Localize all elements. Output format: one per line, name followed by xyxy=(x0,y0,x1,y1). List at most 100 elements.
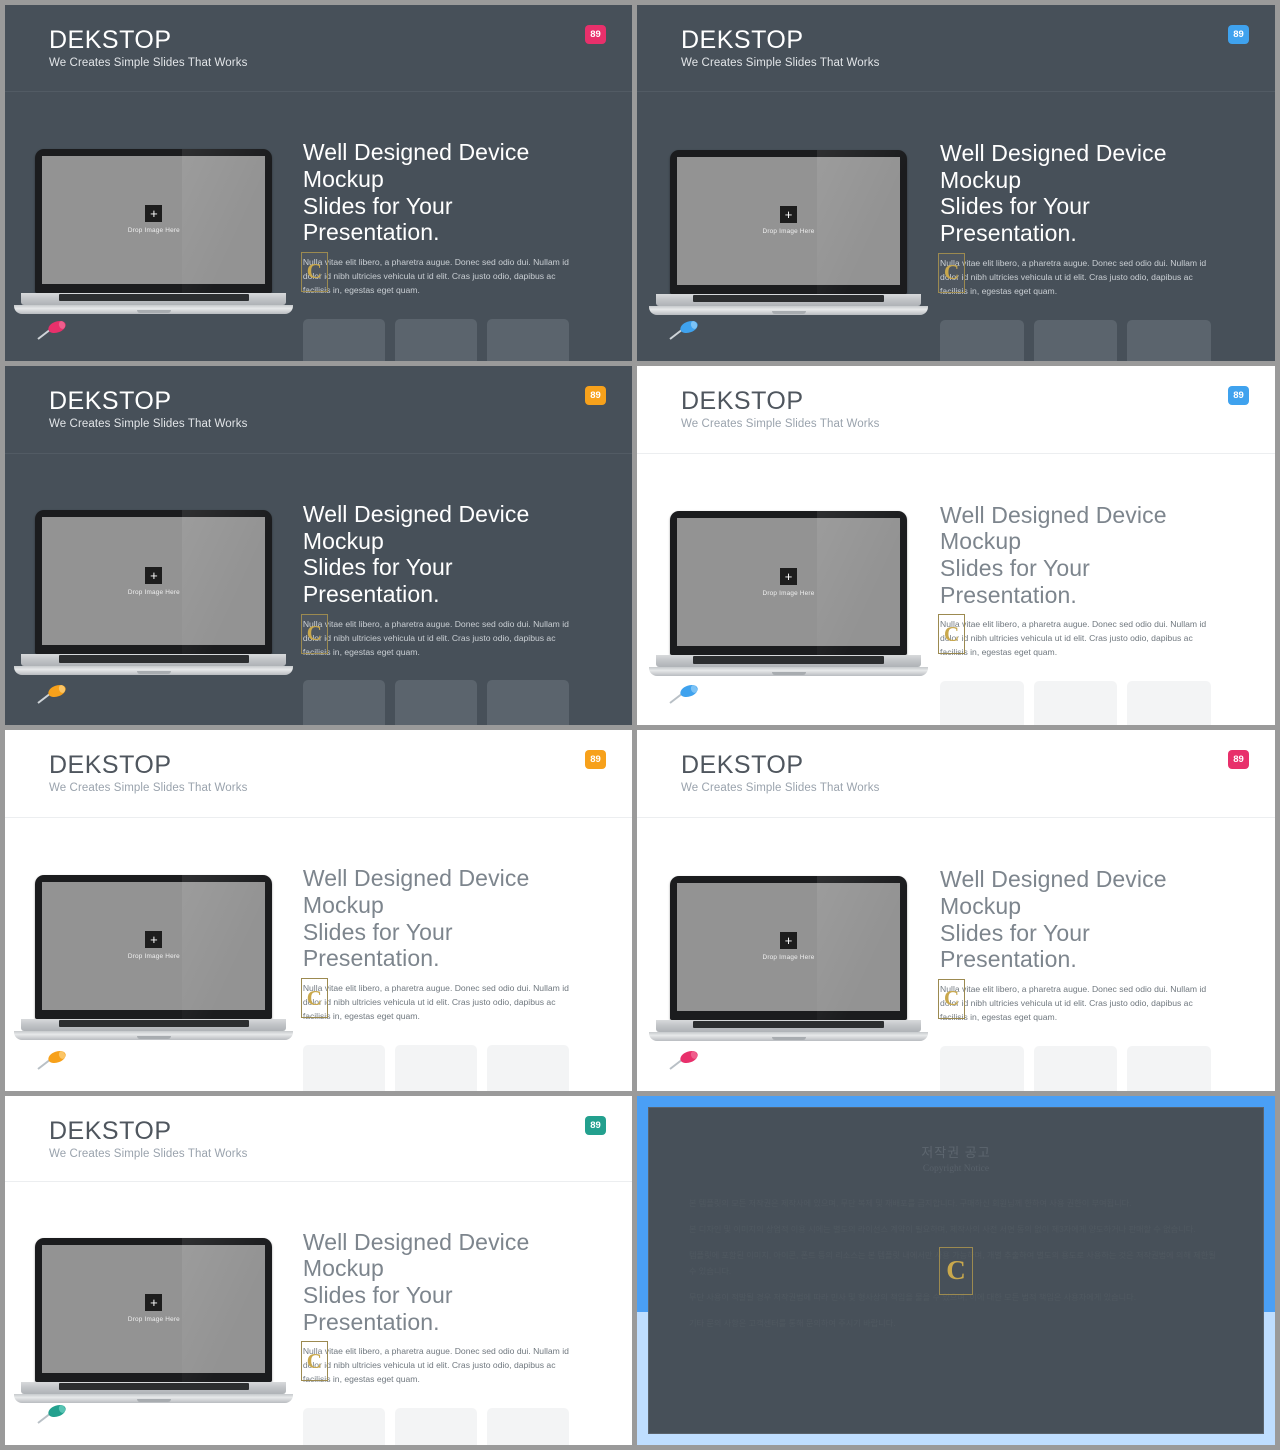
slide-panel-6[interactable]: DEKSTOP We Creates Simple Slides That Wo… xyxy=(637,730,1280,1096)
laptop-lid: + Drop Image Here xyxy=(35,510,273,655)
feature-card[interactable]: Awesomechat app xyxy=(940,1045,1024,1091)
slide-body: + Drop Image Here Well Designed Device M… xyxy=(637,818,1275,1091)
slide-body: + Drop Image Here Well Designed Device M… xyxy=(5,818,632,1091)
page-badge[interactable]: 89 xyxy=(585,386,606,405)
page-badge[interactable]: 89 xyxy=(1228,386,1249,405)
body-paragraph: Nulla vitae elit libero, a pharetra augu… xyxy=(938,978,1211,1025)
plus-icon[interactable]: + xyxy=(145,566,163,584)
laptop-screen[interactable]: + Drop Image Here xyxy=(677,518,901,647)
brand-title: DEKSTOP xyxy=(49,26,172,54)
laptop-screen[interactable]: + Drop Image Here xyxy=(42,1244,266,1373)
feature-card[interactable]: Awesomechat app xyxy=(1127,681,1212,725)
feature-card[interactable]: Awesomechat app xyxy=(394,680,478,725)
laptop-base xyxy=(21,654,287,667)
brand-title: DEKSTOP xyxy=(49,1117,172,1145)
laptop-keyboard xyxy=(58,1382,250,1391)
slide-panel-7[interactable]: DEKSTOP We Creates Simple Slides That Wo… xyxy=(0,1096,637,1450)
slide-panel-1[interactable]: DEKSTOP We Creates Simple Slides That Wo… xyxy=(0,0,637,366)
plus-icon[interactable]: + xyxy=(780,567,798,585)
feature-card[interactable]: Awesomechat app xyxy=(487,1407,570,1445)
brand-title: DEKSTOP xyxy=(49,751,172,779)
laptop-screen[interactable]: + Drop Image Here xyxy=(677,882,901,1011)
feature-card-list: Awesomechat app Awesomechat app Awesomec… xyxy=(940,681,1212,725)
feature-card[interactable]: Awesomechat app xyxy=(487,318,570,361)
laptop-foot xyxy=(14,304,294,314)
laptop-mockup: + Drop Image Here xyxy=(14,1237,294,1403)
laptop-mockup: + Drop Image Here xyxy=(14,148,294,314)
feature-card[interactable]: Awesomechat app xyxy=(302,318,385,361)
laptop-lid: + Drop Image Here xyxy=(670,511,908,656)
laptop-base xyxy=(21,1381,287,1394)
laptop-keyboard xyxy=(693,294,884,303)
laptop-mockup-column: + Drop Image Here xyxy=(5,818,303,1040)
laptop-screen[interactable]: + Drop Image Here xyxy=(677,156,901,285)
laptop-lid: + Drop Image Here xyxy=(670,149,908,294)
slide-body: + Drop Image Here Well Designed Device M… xyxy=(5,1181,632,1445)
feature-card[interactable]: Awesomechat app xyxy=(940,681,1024,725)
feature-card[interactable]: Awesomechat app xyxy=(394,1407,478,1445)
body-paragraph: Nulla vitae elit libero, a pharetra augu… xyxy=(938,614,1211,660)
pushpin-icon xyxy=(37,1050,66,1070)
page-badge[interactable]: 89 xyxy=(585,25,606,44)
headline-line-1: Well Designed Device Mockup xyxy=(302,500,530,554)
laptop-notch xyxy=(136,309,171,313)
brand-tagline: We Creates Simple Slides That Works xyxy=(681,57,880,70)
feature-card[interactable]: Awesomechat app xyxy=(394,318,478,361)
slide-panel-5[interactable]: DEKSTOP We Creates Simple Slides That Wo… xyxy=(0,730,637,1096)
laptop-notch xyxy=(771,672,806,676)
headline-line-1: Well Designed Device Mockup xyxy=(302,865,530,919)
feature-card[interactable]: Awesomechat app xyxy=(1127,1045,1212,1091)
feature-card[interactable]: Awesomechat app xyxy=(1033,1045,1118,1091)
feature-card[interactable]: Awesomechat app xyxy=(302,1044,385,1091)
pushpin-icon xyxy=(37,684,66,704)
feature-card[interactable]: Awesomechat app xyxy=(1127,319,1212,361)
laptop-keyboard xyxy=(58,1019,250,1028)
copyright-watermark-icon: C xyxy=(300,613,328,654)
drop-image-label: Drop Image Here xyxy=(127,953,180,961)
headline: Well Designed Device Mockup Slides for Y… xyxy=(303,865,569,972)
feature-card[interactable]: Awesomechat app xyxy=(394,1044,478,1091)
plus-icon[interactable]: + xyxy=(780,206,798,224)
plus-icon[interactable]: + xyxy=(145,1294,163,1312)
page-badge[interactable]: 89 xyxy=(585,750,606,769)
slide-text-column: Well Designed Device Mockup Slides for Y… xyxy=(938,92,1275,361)
slide-header: DEKSTOP We Creates Simple Slides That Wo… xyxy=(637,730,1275,819)
copyright-notice-panel[interactable]: 저작권 공고 Copyright Notice 본 템플릿의 모든 저작권은 제… xyxy=(637,1096,1280,1450)
feature-card[interactable]: Awesomechat app xyxy=(302,680,385,725)
headline: Well Designed Device Mockup Slides for Y… xyxy=(940,140,1211,247)
headline-line-1: Well Designed Device Mockup xyxy=(940,501,1167,555)
drop-image-label: Drop Image Here xyxy=(762,589,815,597)
copyright-watermark-icon: C xyxy=(939,1246,973,1295)
laptop-mockup: + Drop Image Here xyxy=(14,874,294,1040)
laptop-screen[interactable]: + Drop Image Here xyxy=(42,155,266,284)
laptop-mockup-column: + Drop Image Here xyxy=(637,92,940,315)
feature-card[interactable]: Awesomechat app xyxy=(1033,681,1118,725)
laptop-foot xyxy=(14,1393,294,1403)
laptop-lid: + Drop Image Here xyxy=(670,875,908,1020)
brand-tagline: We Creates Simple Slides That Works xyxy=(49,1148,248,1161)
slide-header: DEKSTOP We Creates Simple Slides That Wo… xyxy=(5,5,632,93)
headline-line-1: Well Designed Device Mockup xyxy=(940,866,1167,919)
plus-icon[interactable]: + xyxy=(145,205,163,223)
slide-panel-4[interactable]: DEKSTOP We Creates Simple Slides That Wo… xyxy=(637,366,1280,730)
slide-panel-3[interactable]: DEKSTOP We Creates Simple Slides That Wo… xyxy=(0,366,637,730)
plus-icon[interactable]: + xyxy=(145,931,163,949)
laptop-screen[interactable]: + Drop Image Here xyxy=(42,517,266,646)
feature-card[interactable]: Awesomechat app xyxy=(1033,319,1118,361)
feature-card[interactable]: Awesomechat app xyxy=(487,680,570,725)
plus-icon[interactable]: + xyxy=(780,932,798,950)
laptop-screen[interactable]: + Drop Image Here xyxy=(42,881,266,1010)
feature-card[interactable]: Awesomechat app xyxy=(302,1407,385,1445)
feature-card[interactable]: Awesomechat app xyxy=(940,319,1024,361)
page-badge[interactable]: 89 xyxy=(1228,750,1249,769)
copyright-watermark-icon: C xyxy=(938,978,966,1019)
page-badge[interactable]: 89 xyxy=(585,1116,606,1135)
feature-card[interactable]: Awesomechat app xyxy=(487,1044,570,1091)
laptop-notch xyxy=(136,1398,171,1402)
laptop-mockup-column: + Drop Image Here xyxy=(637,818,940,1041)
slide-body: + Drop Image Here Well Designed Device M… xyxy=(637,92,1275,361)
drop-image-label: Drop Image Here xyxy=(762,228,815,236)
laptop-base xyxy=(21,1018,287,1031)
slide-panel-2[interactable]: DEKSTOP We Creates Simple Slides That Wo… xyxy=(637,0,1280,366)
page-badge[interactable]: 89 xyxy=(1228,25,1249,44)
